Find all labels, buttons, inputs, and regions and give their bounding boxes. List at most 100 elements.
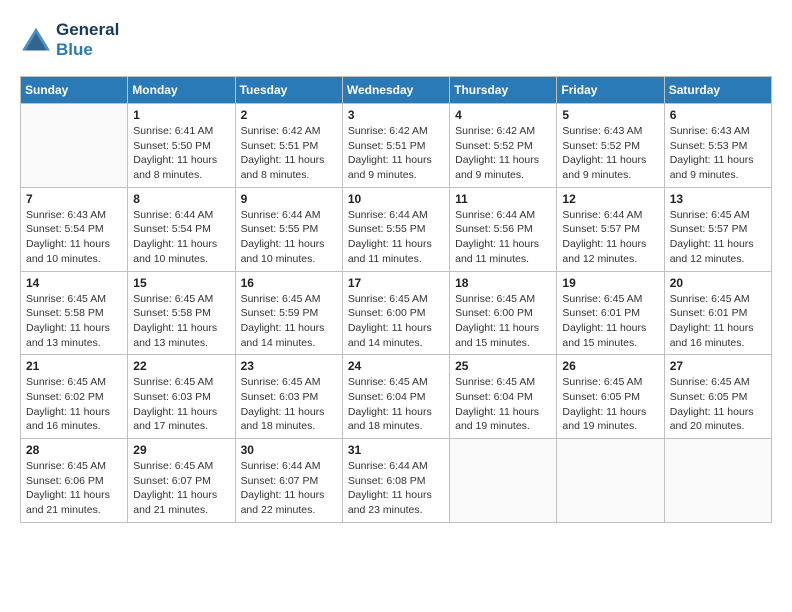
day-number: 11 — [455, 192, 551, 206]
day-number: 13 — [670, 192, 766, 206]
day-number: 2 — [241, 108, 337, 122]
calendar-day-cell: 10 Sunrise: 6:44 AMSunset: 5:55 PMDayligh… — [342, 187, 449, 271]
weekday-header: Friday — [557, 77, 664, 104]
day-info: Sunrise: 6:45 AMSunset: 5:59 PMDaylight:… — [241, 292, 337, 351]
day-number: 21 — [26, 359, 122, 373]
day-info: Sunrise: 6:44 AMSunset: 6:07 PMDaylight:… — [241, 459, 337, 518]
calendar-day-cell: 19 Sunrise: 6:45 AMSunset: 6:01 PMDayligh… — [557, 271, 664, 355]
day-info: Sunrise: 6:43 AMSunset: 5:54 PMDaylight:… — [26, 208, 122, 267]
day-info: Sunrise: 6:45 AMSunset: 6:06 PMDaylight:… — [26, 459, 122, 518]
calendar-day-cell: 30Sunrise: 6:44 AMSunset: 6:07 PMDayligh… — [235, 439, 342, 523]
day-info: Sunrise: 6:43 AMSunset: 5:53 PMDaylight:… — [670, 124, 766, 183]
day-info: Sunrise: 6:45 AMSunset: 6:00 PMDaylight:… — [348, 292, 444, 351]
weekday-header: Tuesday — [235, 77, 342, 104]
calendar-day-cell: 15 Sunrise: 6:45 AMSunset: 5:58 PMDayligh… — [128, 271, 235, 355]
day-number: 17 — [348, 276, 444, 290]
logo: General Blue — [20, 20, 119, 60]
day-info: Sunrise: 6:44 AMSunset: 5:55 PMDaylight:… — [348, 208, 444, 267]
page-header: General Blue — [20, 20, 772, 60]
day-info: Sunrise: 6:45 AMSunset: 5:58 PMDaylight:… — [26, 292, 122, 351]
day-info: Sunrise: 6:45 AMSunset: 6:04 PMDaylight:… — [348, 375, 444, 434]
calendar-day-cell: 11 Sunrise: 6:44 AMSunset: 5:56 PMDayligh… — [450, 187, 557, 271]
day-info: Sunrise: 6:45 AMSunset: 5:57 PMDaylight:… — [670, 208, 766, 267]
calendar-day-cell: 28 Sunrise: 6:45 AMSunset: 6:06 PMDayligh… — [21, 439, 128, 523]
day-info: Sunrise: 6:44 AMSunset: 5:54 PMDaylight:… — [133, 208, 229, 267]
day-number: 5 — [562, 108, 658, 122]
calendar-week-row: 14Sunrise: 6:45 AMSunset: 5:58 PMDayligh… — [21, 271, 772, 355]
day-info: Sunrise: 6:44 AMSunset: 5:56 PMDaylight:… — [455, 208, 551, 267]
day-number: 6 — [670, 108, 766, 122]
day-number: 20 — [670, 276, 766, 290]
day-info: Sunrise: 6:45 AMSunset: 6:03 PMDaylight:… — [133, 375, 229, 434]
weekday-header: Thursday — [450, 77, 557, 104]
day-info: Sunrise: 6:45 AMSunset: 6:07 PMDaylight:… — [133, 459, 229, 518]
day-info: Sunrise: 6:45 AMSunset: 6:03 PMDaylight:… — [241, 375, 337, 434]
calendar-day-cell — [557, 439, 664, 523]
day-info: Sunrise: 6:44 AMSunset: 5:57 PMDaylight:… — [562, 208, 658, 267]
calendar-week-row: 7 Sunrise: 6:43 AMSunset: 5:54 PMDaylight… — [21, 187, 772, 271]
day-number: 9 — [241, 192, 337, 206]
day-number: 22 — [133, 359, 229, 373]
day-info: Sunrise: 6:43 AMSunset: 5:52 PMDaylight:… — [562, 124, 658, 183]
day-info: Sunrise: 6:44 AMSunset: 6:08 PMDaylight:… — [348, 459, 444, 518]
day-number: 8 — [133, 192, 229, 206]
day-info: Sunrise: 6:42 AMSunset: 5:51 PMDaylight:… — [241, 124, 337, 183]
logo-icon — [20, 26, 52, 54]
day-info: Sunrise: 6:45 AMSunset: 6:05 PMDaylight:… — [562, 375, 658, 434]
day-number: 16 — [241, 276, 337, 290]
calendar-day-cell: 13 Sunrise: 6:45 AMSunset: 5:57 PMDayligh… — [664, 187, 771, 271]
day-info: Sunrise: 6:45 AMSunset: 6:04 PMDaylight:… — [455, 375, 551, 434]
day-info: Sunrise: 6:45 AMSunset: 6:00 PMDaylight:… — [455, 292, 551, 351]
day-info: Sunrise: 6:45 AMSunset: 6:01 PMDaylight:… — [562, 292, 658, 351]
weekday-header-row: SundayMondayTuesdayWednesdayThursdayFrid… — [21, 77, 772, 104]
weekday-header: Saturday — [664, 77, 771, 104]
calendar-table: SundayMondayTuesdayWednesdayThursdayFrid… — [20, 76, 772, 523]
calendar-day-cell: 22 Sunrise: 6:45 AMSunset: 6:03 PMDayligh… — [128, 355, 235, 439]
day-info: Sunrise: 6:45 AMSunset: 6:05 PMDaylight:… — [670, 375, 766, 434]
calendar-day-cell: 16 Sunrise: 6:45 AMSunset: 5:59 PMDayligh… — [235, 271, 342, 355]
calendar-day-cell: 31 Sunrise: 6:44 AMSunset: 6:08 PMDayligh… — [342, 439, 449, 523]
day-number: 29 — [133, 443, 229, 457]
calendar-day-cell: 8 Sunrise: 6:44 AMSunset: 5:54 PMDaylight… — [128, 187, 235, 271]
day-info: Sunrise: 6:45 AMSunset: 5:58 PMDaylight:… — [133, 292, 229, 351]
logo-text: General Blue — [56, 20, 119, 60]
calendar-day-cell: 25Sunrise: 6:45 AMSunset: 6:04 PMDayligh… — [450, 355, 557, 439]
calendar-day-cell: 24Sunrise: 6:45 AMSunset: 6:04 PMDayligh… — [342, 355, 449, 439]
calendar-day-cell: 29 Sunrise: 6:45 AMSunset: 6:07 PMDayligh… — [128, 439, 235, 523]
day-info: Sunrise: 6:45 AMSunset: 6:01 PMDaylight:… — [670, 292, 766, 351]
calendar-day-cell: 5 Sunrise: 6:43 AMSunset: 5:52 PMDaylight… — [557, 104, 664, 188]
day-number: 28 — [26, 443, 122, 457]
day-number: 3 — [348, 108, 444, 122]
day-number: 12 — [562, 192, 658, 206]
day-number: 10 — [348, 192, 444, 206]
weekday-header: Wednesday — [342, 77, 449, 104]
calendar-day-cell — [21, 104, 128, 188]
calendar-week-row: 21 Sunrise: 6:45 AMSunset: 6:02 PMDayligh… — [21, 355, 772, 439]
day-number: 15 — [133, 276, 229, 290]
calendar-week-row: 1 Sunrise: 6:41 AMSunset: 5:50 PMDaylight… — [21, 104, 772, 188]
day-info: Sunrise: 6:45 AMSunset: 6:02 PMDaylight:… — [26, 375, 122, 434]
calendar-day-cell: 9 Sunrise: 6:44 AMSunset: 5:55 PMDaylight… — [235, 187, 342, 271]
calendar-day-cell: 20 Sunrise: 6:45 AMSunset: 6:01 PMDayligh… — [664, 271, 771, 355]
day-info: Sunrise: 6:44 AMSunset: 5:55 PMDaylight:… — [241, 208, 337, 267]
day-info: Sunrise: 6:42 AMSunset: 5:51 PMDaylight:… — [348, 124, 444, 183]
calendar-day-cell: 14Sunrise: 6:45 AMSunset: 5:58 PMDayligh… — [21, 271, 128, 355]
calendar-day-cell: 3 Sunrise: 6:42 AMSunset: 5:51 PMDaylight… — [342, 104, 449, 188]
day-info: Sunrise: 6:42 AMSunset: 5:52 PMDaylight:… — [455, 124, 551, 183]
calendar-day-cell: 21 Sunrise: 6:45 AMSunset: 6:02 PMDayligh… — [21, 355, 128, 439]
day-info: Sunrise: 6:41 AMSunset: 5:50 PMDaylight:… — [133, 124, 229, 183]
day-number: 19 — [562, 276, 658, 290]
day-number: 4 — [455, 108, 551, 122]
calendar-day-cell: 1 Sunrise: 6:41 AMSunset: 5:50 PMDaylight… — [128, 104, 235, 188]
day-number: 1 — [133, 108, 229, 122]
day-number: 31 — [348, 443, 444, 457]
day-number: 7 — [26, 192, 122, 206]
calendar-day-cell: 2 Sunrise: 6:42 AMSunset: 5:51 PMDaylight… — [235, 104, 342, 188]
calendar-day-cell: 18Sunrise: 6:45 AMSunset: 6:00 PMDayligh… — [450, 271, 557, 355]
calendar-day-cell: 4 Sunrise: 6:42 AMSunset: 5:52 PMDaylight… — [450, 104, 557, 188]
day-number: 26 — [562, 359, 658, 373]
day-number: 23 — [241, 359, 337, 373]
calendar-day-cell — [450, 439, 557, 523]
weekday-header: Monday — [128, 77, 235, 104]
calendar-day-cell: 12 Sunrise: 6:44 AMSunset: 5:57 PMDayligh… — [557, 187, 664, 271]
